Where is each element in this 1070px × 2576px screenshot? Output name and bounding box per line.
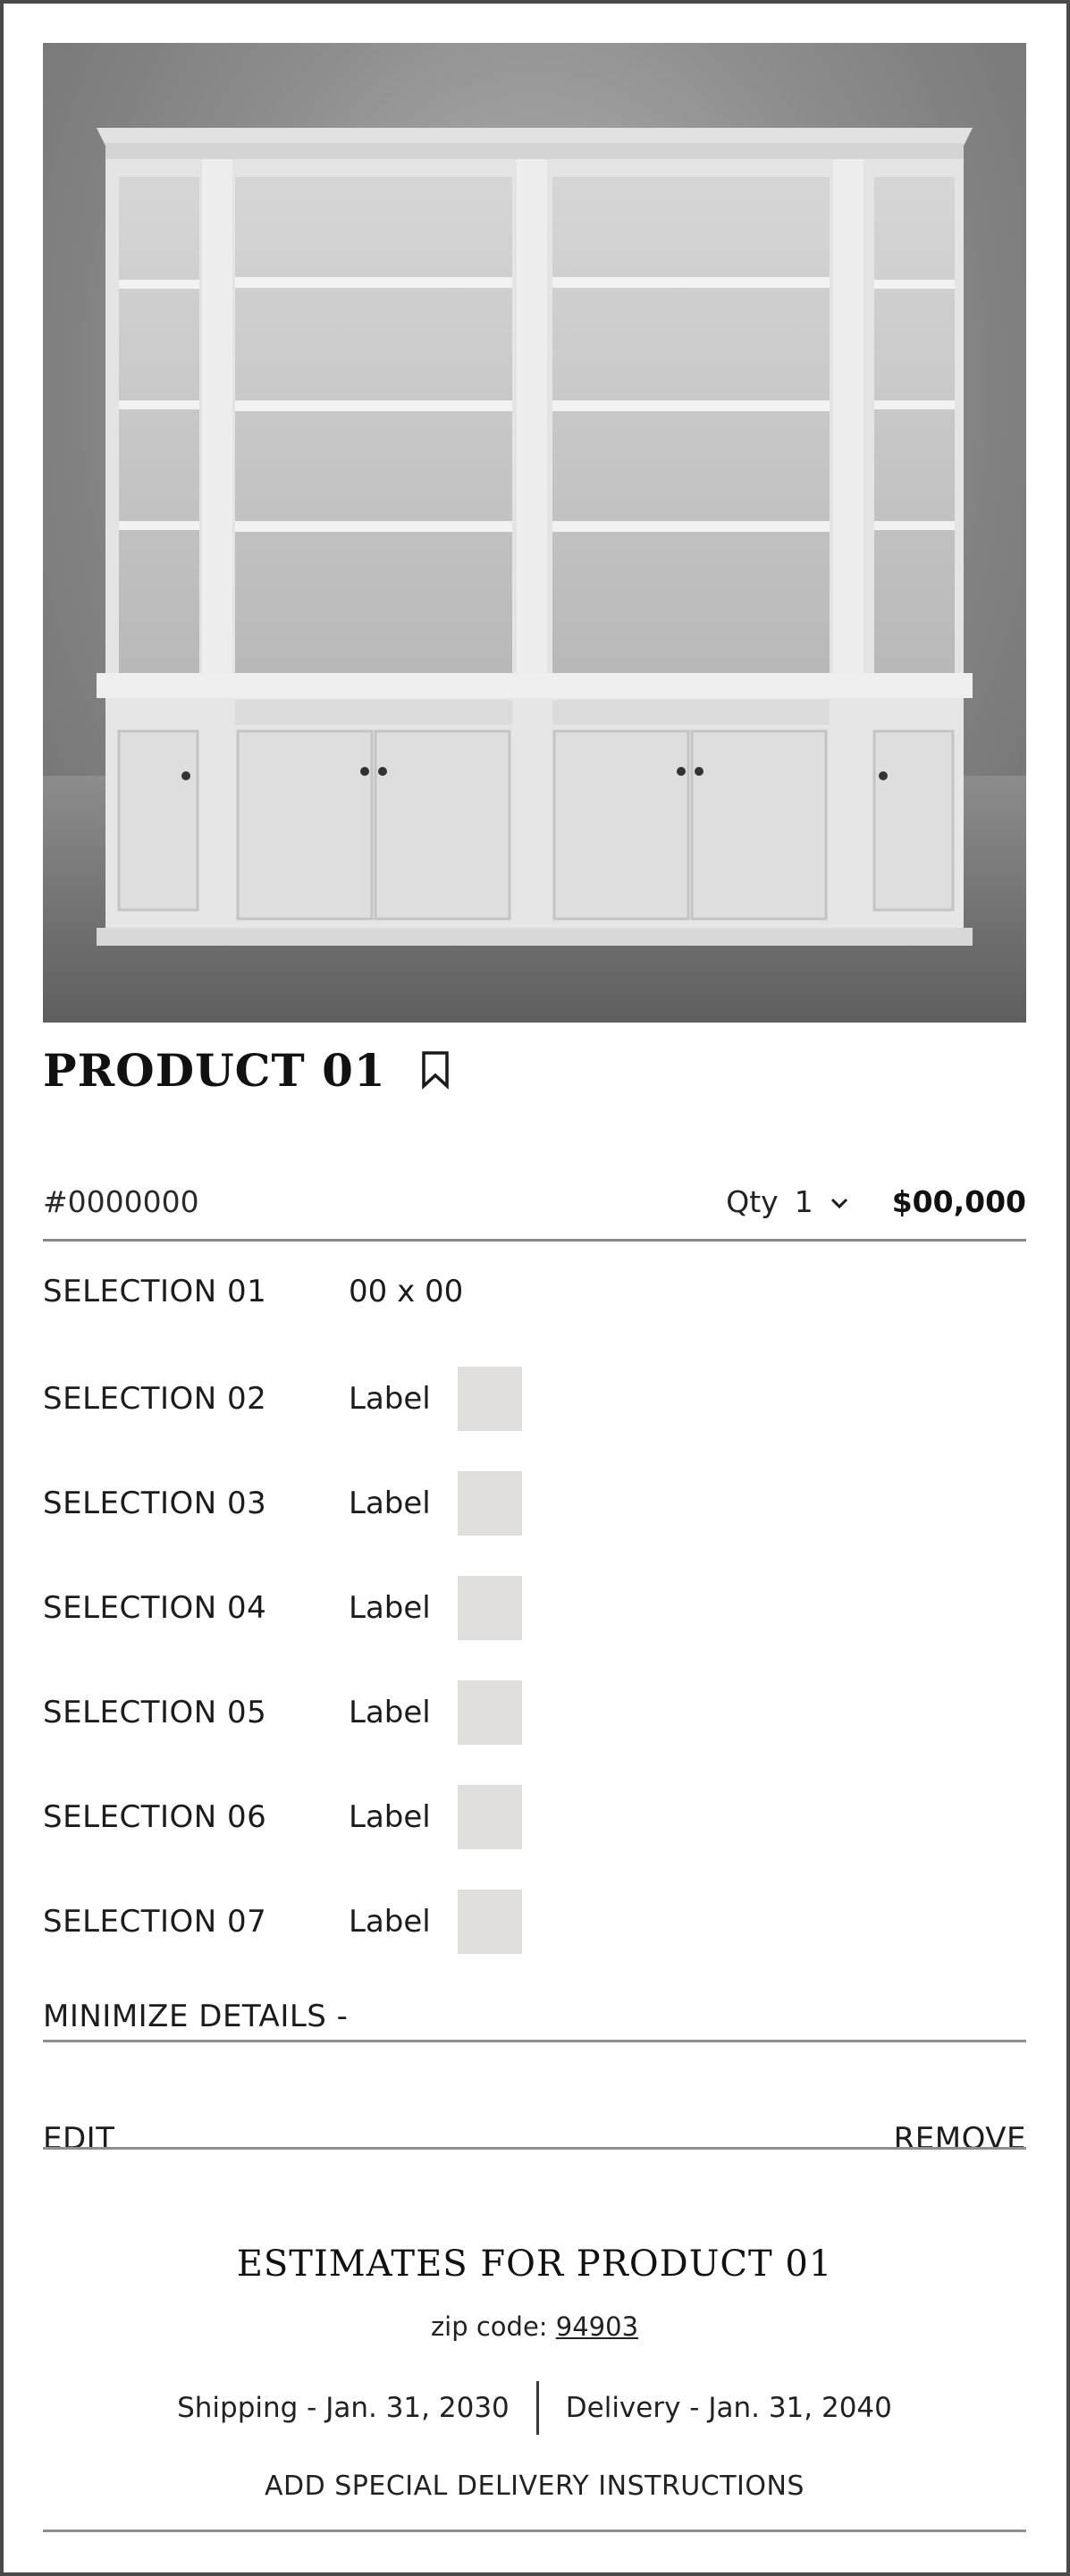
shipping-estimate: Shipping - Jan. 31, 2030 [177,2392,510,2424]
selection-value: 00 x 00 [349,1274,464,1309]
selection-value: Label [349,1799,431,1835]
minimize-details-link[interactable]: MINIMIZE DETAILS - [43,1999,348,2034]
selection-label: SELECTION 01 [43,1274,267,1309]
selection-row: SELECTION 01 00 x 00 [43,1257,1026,1326]
selection-row: SELECTION 07 Label [43,1887,1026,1957]
divider [43,2147,1026,2150]
cart-item: PRODUCT 01 #0000000 Qty 1 $00,000 SELECT… [43,43,1026,2532]
qty-value: 1 [794,1184,813,1219]
divider [43,2040,1026,2042]
product-title-row: PRODUCT 01 [43,1039,451,1101]
selection-value: Label [349,1590,431,1626]
color-swatch[interactable] [458,1890,522,1954]
selection-row: SELECTION 02 Label [43,1364,1026,1434]
selection-row: SELECTION 03 Label [43,1469,1026,1538]
remove-link[interactable]: REMOVE [894,2121,1026,2157]
divider [43,2530,1026,2532]
zip-code-link[interactable]: 94903 [556,2311,638,2342]
selection-row: SELECTION 06 Label [43,1782,1026,1852]
selection-value: Label [349,1904,431,1940]
selection-label: SELECTION 06 [43,1799,267,1835]
bookmark-icon[interactable] [420,1050,451,1090]
special-delivery-instructions-link[interactable]: ADD SPECIAL DELIVERY INSTRUCTIONS [43,2471,1026,2502]
bookcase-illustration [43,128,1026,1023]
product-image [43,43,1026,1023]
qty-label: Qty [726,1184,779,1219]
color-swatch[interactable] [458,1785,522,1849]
zip-code-label: zip code: [430,2311,548,2342]
color-swatch[interactable] [458,1471,522,1536]
selection-row: SELECTION 04 Label [43,1573,1026,1643]
selection-label: SELECTION 04 [43,1590,267,1626]
product-price: $00,000 [891,1184,1026,1219]
zip-code-line: zip code: 94903 [43,2311,1026,2342]
selection-row: SELECTION 05 Label [43,1678,1026,1747]
selection-label: SELECTION 02 [43,1381,267,1417]
product-sku: #0000000 [43,1184,199,1219]
selection-value: Label [349,1486,431,1521]
dates-divider [535,2381,539,2435]
color-swatch[interactable] [458,1367,522,1431]
product-title: PRODUCT 01 [43,1043,386,1097]
delivery-estimates: ESTIMATES FOR PRODUCT 01 zip code: 94903… [43,2243,1026,2502]
selection-label: SELECTION 03 [43,1486,267,1521]
color-swatch[interactable] [458,1680,522,1745]
chevron-down-icon[interactable] [830,1196,849,1208]
estimates-title: ESTIMATES FOR PRODUCT 01 [236,2243,833,2285]
item-actions: EDIT REMOVE [43,2108,1026,2170]
selection-label: SELECTION 07 [43,1904,267,1940]
edit-link[interactable]: EDIT [43,2121,114,2157]
estimate-dates: Shipping - Jan. 31, 2030 Delivery - Jan.… [43,2381,1026,2435]
color-swatch[interactable] [458,1576,522,1640]
selection-value: Label [349,1695,431,1730]
selection-value: Label [349,1381,431,1417]
selection-label: SELECTION 05 [43,1695,267,1730]
sku-qty-price-row: #0000000 Qty 1 $00,000 [43,1165,1026,1242]
delivery-estimate: Delivery - Jan. 31, 2040 [565,2392,892,2424]
quantity-dropdown[interactable]: Qty 1 [726,1184,848,1219]
